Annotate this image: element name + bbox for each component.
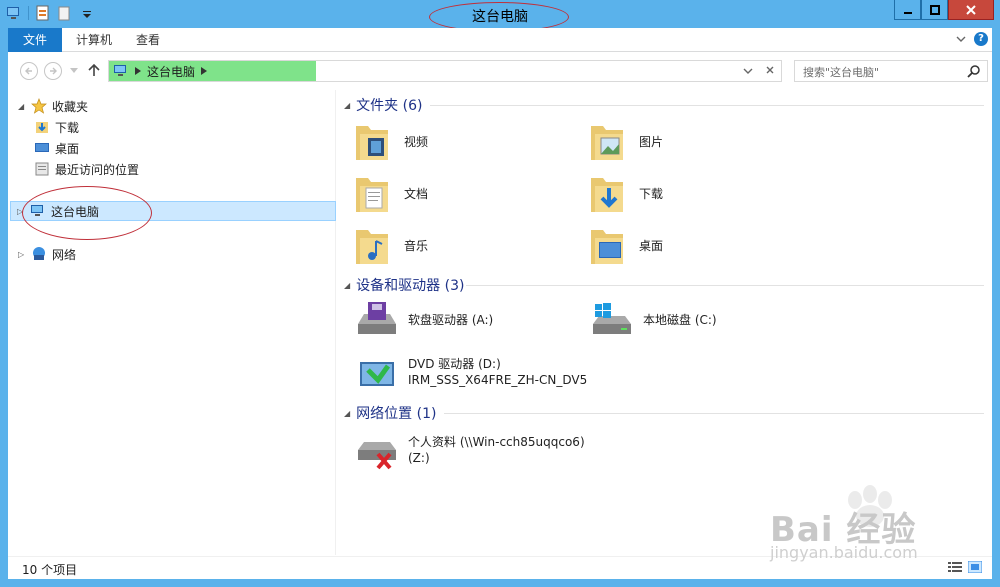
desktop-icon xyxy=(35,143,49,152)
tab-view[interactable]: 查看 xyxy=(122,28,174,52)
tile-label-line2: IRM_SSS_X64FRE_ZH-CN_DV5 xyxy=(408,373,588,387)
tile-label-line2: (Z:) xyxy=(408,451,430,465)
tile-label: 下载 xyxy=(639,187,664,201)
tree-item-desktop[interactable]: 桌面 xyxy=(34,138,79,158)
recent-locations-icon[interactable] xyxy=(70,68,78,74)
folder-tile-videos[interactable]: 视频 xyxy=(354,120,428,164)
tab-computer[interactable]: 计算机 xyxy=(62,28,126,52)
tree-item-label: 桌面 xyxy=(55,141,80,156)
back-button[interactable] xyxy=(20,62,38,80)
ribbon-tabs: 文件 计算机 查看 ? xyxy=(8,28,992,52)
group-divider xyxy=(466,285,984,286)
folder-tile-documents[interactable]: 文档 xyxy=(354,172,428,216)
navigation-bar: 这台电脑 搜索"这台电脑" xyxy=(8,53,992,89)
floppy-drive-icon xyxy=(358,302,396,334)
search-placeholder: 搜索"这台电脑" xyxy=(803,66,880,79)
music-folder-icon xyxy=(356,230,388,264)
navigation-pane: ◢ 收藏夹 下载 桌面 最近访问的位置 ▷ 这台电脑 ▷ 网络 xyxy=(8,90,336,555)
search-box[interactable]: 搜索"这台电脑" xyxy=(794,60,988,82)
recent-places-icon xyxy=(35,162,49,176)
tree-item-label: 最近访问的位置 xyxy=(55,162,140,177)
close-icon xyxy=(966,4,976,15)
local-disk-icon xyxy=(593,303,631,334)
downloads-folder-icon xyxy=(591,178,623,212)
tree-item-downloads[interactable]: 下载 xyxy=(34,117,79,137)
breadcrumb-this-pc[interactable]: 这台电脑 xyxy=(147,63,195,80)
tile-label: 视频 xyxy=(404,135,429,149)
forward-arrow-icon xyxy=(50,67,57,75)
group-title: 文件夹 (6) xyxy=(356,98,423,114)
downloads-icon xyxy=(36,122,48,133)
star-icon xyxy=(31,98,47,114)
tree-item-label: 网络 xyxy=(52,247,77,262)
tile-label-line1: DVD 驱动器 (D:) xyxy=(408,357,501,371)
collapse-group-icon[interactable]: ◢ xyxy=(344,409,350,418)
watermark-url: jingyan.baidu.com xyxy=(770,543,918,562)
folder-tile-downloads[interactable]: 下载 xyxy=(589,172,663,216)
expand-ribbon-icon[interactable] xyxy=(956,35,966,43)
collapse-icon[interactable]: ◢ xyxy=(18,102,26,111)
network-drive-disconnected-icon xyxy=(358,442,396,470)
maximize-icon xyxy=(929,4,940,15)
tab-file[interactable]: 文件 xyxy=(8,28,62,52)
device-tile-local-disk[interactable]: 本地磁盘 (C:) xyxy=(589,300,717,340)
tree-item-favorites[interactable]: ◢ 收藏夹 xyxy=(18,96,88,116)
breadcrumb: 这台电脑 xyxy=(113,61,208,81)
close-button[interactable] xyxy=(948,0,994,20)
desktop-folder-icon xyxy=(591,230,623,264)
computer-icon xyxy=(114,65,126,76)
tile-label: 文档 xyxy=(404,187,429,201)
group-divider xyxy=(430,105,984,106)
help-button[interactable]: ? xyxy=(974,32,988,46)
network-icon xyxy=(33,247,45,260)
tile-label: 音乐 xyxy=(404,239,429,253)
chevron-right-icon[interactable] xyxy=(135,67,141,75)
address-bar[interactable]: 这台电脑 xyxy=(108,60,782,82)
pictures-folder-icon xyxy=(591,126,623,160)
window-controls xyxy=(894,0,994,20)
device-tile-dvd[interactable]: DVD 驱动器 (D:) IRM_SSS_X64FRE_ZH-CN_DV5 xyxy=(354,352,587,392)
group-title: 设备和驱动器 (3) xyxy=(356,278,465,294)
up-arrow-icon[interactable] xyxy=(88,63,100,77)
group-title: 网络位置 (1) xyxy=(356,406,437,422)
forward-button[interactable] xyxy=(44,62,62,80)
tree-item-label: 下载 xyxy=(55,120,80,135)
minimize-icon xyxy=(903,11,912,14)
item-count: 10 个项目 xyxy=(22,563,78,577)
device-tile-floppy[interactable]: 软盘驱动器 (A:) xyxy=(354,300,493,340)
chevron-down-icon[interactable] xyxy=(743,63,753,79)
search-icon[interactable] xyxy=(967,64,981,78)
group-header-folders[interactable]: ◢ 文件夹 (6) xyxy=(344,96,422,114)
ribbon-right-controls: ? xyxy=(956,32,988,46)
collapse-group-icon[interactable]: ◢ xyxy=(344,101,350,110)
expand-icon[interactable]: ▷ xyxy=(18,250,26,259)
dvd-drive-icon xyxy=(360,362,394,386)
collapse-group-icon[interactable]: ◢ xyxy=(344,281,350,290)
address-controls xyxy=(743,63,775,79)
tile-label: 本地磁盘 (C:) xyxy=(643,313,717,327)
tile-label: 软盘驱动器 (A:) xyxy=(408,313,494,327)
clear-icon[interactable] xyxy=(765,63,775,79)
minimize-button[interactable] xyxy=(894,0,921,20)
group-divider xyxy=(444,413,984,414)
group-header-devices[interactable]: ◢ 设备和驱动器 (3) xyxy=(344,276,464,294)
group-header-network[interactable]: ◢ 网络位置 (1) xyxy=(344,404,436,422)
title-bar: 这台电脑 xyxy=(0,0,1000,32)
folder-tile-desktop[interactable]: 桌面 xyxy=(589,224,663,268)
tree-item-network[interactable]: ▷ 网络 xyxy=(18,244,76,264)
chevron-right-icon[interactable] xyxy=(201,67,208,75)
folder-tile-music[interactable]: 音乐 xyxy=(354,224,428,268)
tile-label-line1: 个人资料 (\\Win-cch85uqqco6) xyxy=(408,435,585,449)
videos-folder-icon xyxy=(356,126,388,160)
tree-item-recent[interactable]: 最近访问的位置 xyxy=(34,159,139,179)
back-arrow-icon xyxy=(25,67,32,75)
tile-label: 桌面 xyxy=(639,239,664,253)
folder-tile-pictures[interactable]: 图片 xyxy=(589,120,663,164)
network-tile-profile[interactable]: 个人资料 (\\Win-cch85uqqco6) (Z:) xyxy=(354,430,585,470)
annotation-circle-nav xyxy=(22,186,152,240)
documents-folder-icon xyxy=(356,178,388,212)
tile-label: 图片 xyxy=(639,135,664,149)
maximize-button[interactable] xyxy=(921,0,948,20)
tree-item-label: 收藏夹 xyxy=(52,99,89,114)
